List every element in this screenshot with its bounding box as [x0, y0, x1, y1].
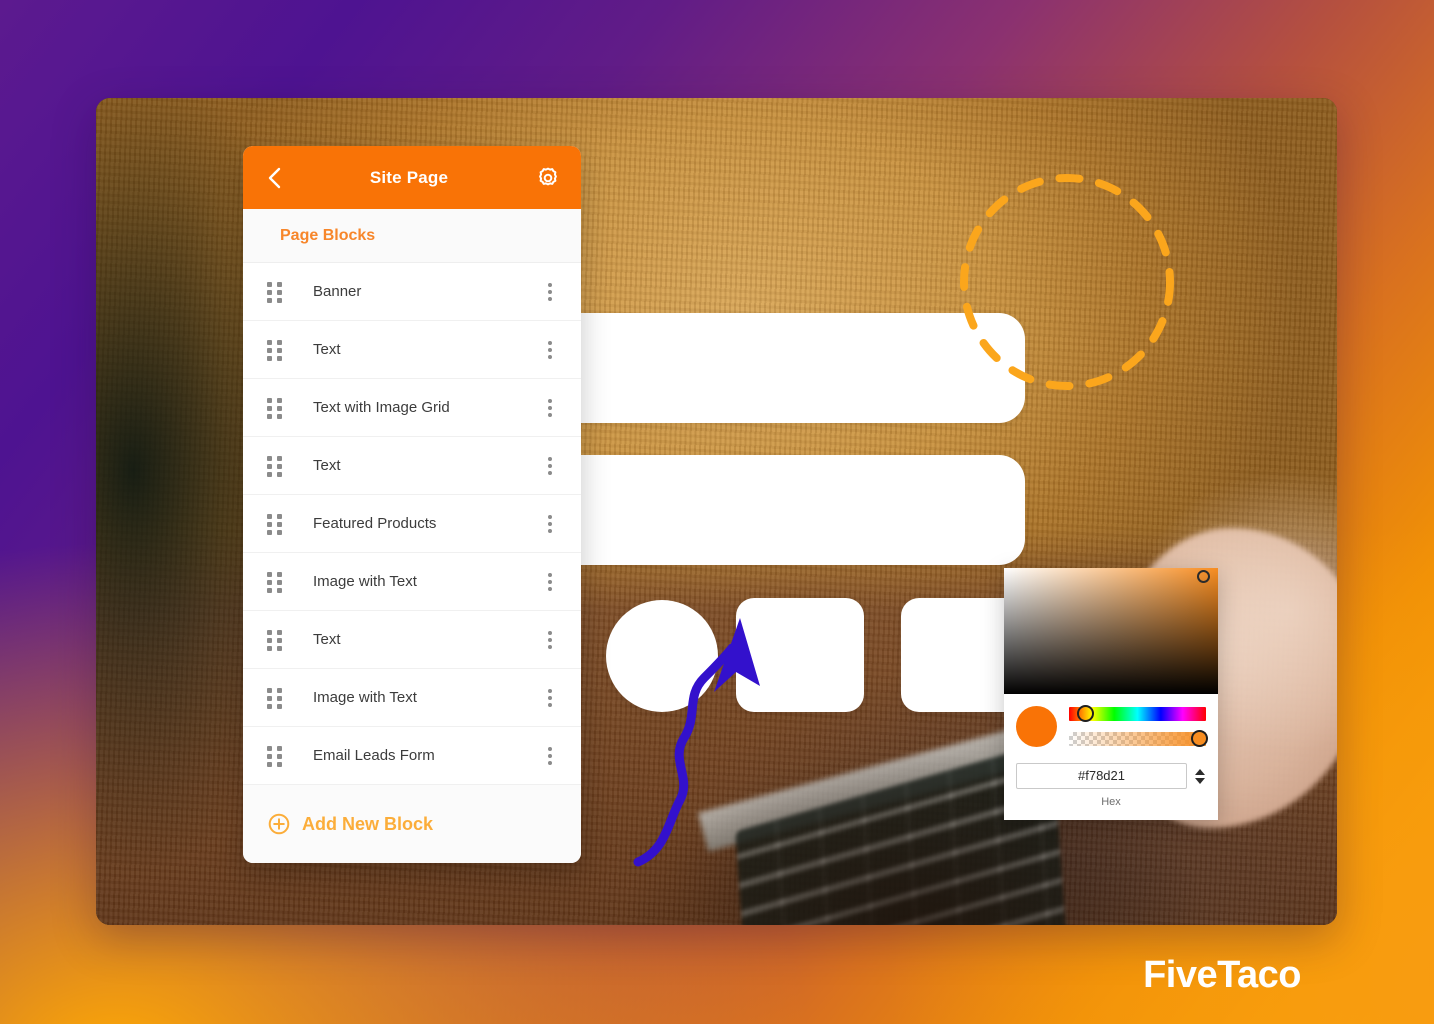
site-page-editor-panel: Site Page Page Blocks Banner Text Text w… — [243, 146, 581, 863]
block-row-email-leads-form[interactable]: Email Leads Form — [243, 727, 581, 785]
page-blocks-section-header: Page Blocks — [243, 209, 581, 263]
drag-handle-icon[interactable] — [267, 455, 283, 477]
block-row-text-2[interactable]: Text — [243, 437, 581, 495]
more-options-icon[interactable] — [541, 630, 559, 650]
block-label: Image with Text — [313, 689, 417, 706]
block-row-image-with-text-1[interactable]: Image with Text — [243, 553, 581, 611]
color-picker-controls: #f78d21 Hex — [1004, 694, 1218, 820]
panel-title: Site Page — [369, 167, 449, 187]
brand-logo: FiveTaco — [1143, 954, 1301, 996]
alpha-slider-handle[interactable] — [1191, 730, 1208, 747]
panel-header: Site Page — [243, 146, 581, 209]
more-options-icon[interactable] — [541, 688, 559, 708]
hue-slider[interactable] — [1069, 705, 1206, 722]
block-label: Text — [313, 457, 341, 474]
hex-input[interactable]: #f78d21 — [1016, 763, 1187, 789]
hex-caption: Hex — [1101, 796, 1121, 808]
block-label: Email Leads Form — [313, 747, 435, 764]
page-canvas: Site Page Page Blocks Banner Text Text w… — [0, 0, 1434, 1024]
drag-handle-icon[interactable] — [267, 281, 283, 303]
color-picker-popup: #f78d21 Hex — [1004, 568, 1218, 820]
more-options-icon[interactable] — [541, 572, 559, 592]
block-row-text-with-image-grid[interactable]: Text with Image Grid — [243, 379, 581, 437]
more-options-icon[interactable] — [541, 398, 559, 418]
more-options-icon[interactable] — [541, 746, 559, 766]
drag-handle-icon[interactable] — [267, 339, 283, 361]
hex-stepper[interactable] — [1194, 763, 1206, 789]
block-row-featured-products[interactable]: Featured Products — [243, 495, 581, 553]
hue-slider-handle[interactable] — [1077, 705, 1094, 722]
content-tile-circle — [606, 600, 718, 712]
saturation-value-handle[interactable] — [1197, 570, 1210, 583]
gear-icon — [539, 167, 557, 185]
drag-handle-icon[interactable] — [267, 629, 283, 651]
hex-input-row: #f78d21 — [1016, 763, 1206, 789]
block-label: Text — [313, 341, 341, 358]
block-label: Featured Products — [313, 515, 437, 532]
page-blocks-label: Page Blocks — [280, 227, 376, 244]
block-row-banner[interactable]: Banner — [243, 263, 581, 321]
page-blocks-list: Banner Text Text with Image Grid Text Fe… — [243, 263, 581, 785]
add-new-block-button[interactable]: Add New Block — [243, 785, 581, 863]
more-options-icon[interactable] — [541, 282, 559, 302]
color-picker-row — [1016, 705, 1208, 747]
saturation-value-area[interactable] — [1004, 568, 1218, 694]
stepper-up-icon[interactable] — [1195, 768, 1205, 775]
plus-circle-icon — [267, 812, 291, 836]
color-sliders — [1069, 705, 1208, 747]
content-tile-square-1 — [736, 598, 864, 712]
block-label: Text — [313, 631, 341, 648]
back-button[interactable] — [257, 161, 291, 195]
block-label: Text with Image Grid — [313, 399, 450, 416]
settings-button[interactable] — [533, 163, 563, 193]
drag-handle-icon[interactable] — [267, 397, 283, 419]
drag-handle-icon[interactable] — [267, 513, 283, 535]
add-new-block-label: Add New Block — [302, 813, 434, 834]
current-color-swatch — [1016, 706, 1057, 747]
block-row-text-1[interactable]: Text — [243, 321, 581, 379]
more-options-icon[interactable] — [541, 340, 559, 360]
drag-handle-icon[interactable] — [267, 687, 283, 709]
chevron-left-icon — [268, 167, 280, 188]
block-row-image-with-text-2[interactable]: Image with Text — [243, 669, 581, 727]
drag-handle-icon[interactable] — [267, 745, 283, 767]
block-row-text-3[interactable]: Text — [243, 611, 581, 669]
drag-handle-icon[interactable] — [267, 571, 283, 593]
more-options-icon[interactable] — [541, 514, 559, 534]
block-label: Image with Text — [313, 573, 417, 590]
alpha-slider[interactable] — [1069, 730, 1208, 747]
block-label: Banner — [313, 283, 362, 300]
stepper-down-icon[interactable] — [1195, 777, 1205, 784]
more-options-icon[interactable] — [541, 456, 559, 476]
